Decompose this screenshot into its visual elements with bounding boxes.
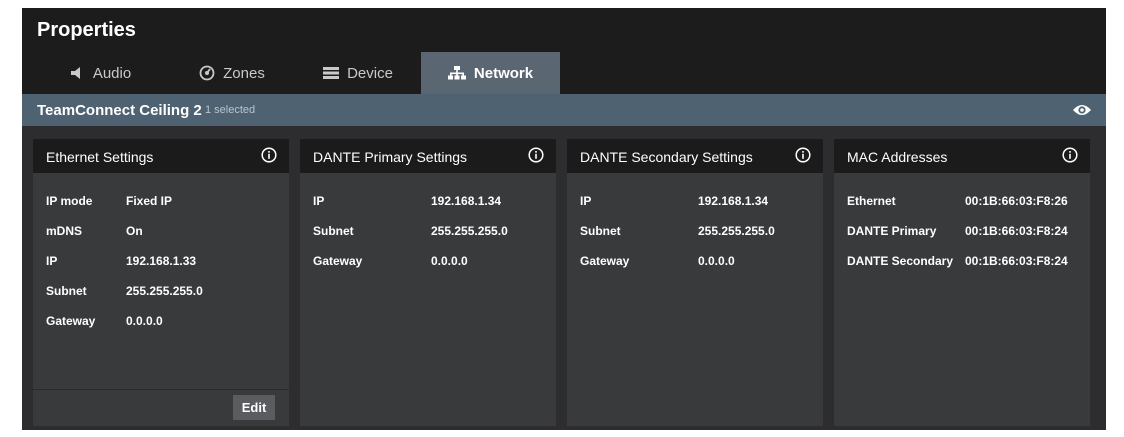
field-label: DANTE Primary <box>847 224 937 238</box>
selection-count: 1 selected <box>205 104 256 116</box>
edit-button[interactable]: Edit <box>233 395 275 420</box>
speaker-icon <box>70 67 85 79</box>
panel-header: DANTE Secondary Settings <box>567 139 823 173</box>
info-icon[interactable] <box>1062 147 1078 168</box>
field-value: 255.255.255.0 <box>698 224 775 238</box>
tab-zones[interactable]: Zones <box>167 52 297 94</box>
tab-label: Zones <box>223 64 265 82</box>
field-label: IP mode <box>46 194 93 208</box>
panel-title: Ethernet Settings <box>46 149 154 165</box>
panel-footer: Edit <box>33 389 289 426</box>
panel-title: MAC Addresses <box>847 149 948 165</box>
field-label: IP <box>580 194 592 208</box>
field-value: 0.0.0.0 <box>126 314 163 328</box>
field-value: 255.255.255.0 <box>126 284 203 298</box>
info-icon[interactable] <box>261 147 277 168</box>
panel-header: MAC Addresses <box>834 139 1090 173</box>
field-value: 0.0.0.0 <box>698 254 735 268</box>
tab-network[interactable]: Network <box>421 52 560 94</box>
tab-bar: Audio Zones Device Network <box>22 52 1106 94</box>
field-label: Subnet <box>580 224 621 238</box>
field-label: DANTE Secondary <box>847 254 954 268</box>
field-label: IP <box>46 254 58 268</box>
field-label: Subnet <box>46 284 87 298</box>
field-value: On <box>126 224 143 238</box>
selection-bar: TeamConnect Ceiling 2 1 selected <box>22 94 1106 126</box>
tab-audio[interactable]: Audio <box>36 52 166 94</box>
window-title: Properties <box>37 19 136 41</box>
zones-icon <box>199 65 215 81</box>
field-value: 00:1B:66:03:F8:24 <box>965 224 1068 238</box>
field-value: 192.168.1.33 <box>126 254 197 268</box>
tab-device[interactable]: Device <box>293 52 423 94</box>
panel-title: DANTE Primary Settings <box>313 149 468 165</box>
network-icon <box>447 66 466 80</box>
eye-icon[interactable] <box>1072 103 1092 122</box>
field-label: mDNS <box>46 224 83 238</box>
panel-header: Ethernet Settings <box>33 139 289 173</box>
field-label: Gateway <box>313 254 363 268</box>
tab-label: Network <box>473 64 534 82</box>
mac-addresses-panel: MAC Addresses Ethernet 00:1B:66:03:F8:26 … <box>834 139 1090 426</box>
field-label: Gateway <box>46 314 96 328</box>
field-value: 255.255.255.0 <box>431 224 508 238</box>
field-label: Gateway <box>580 254 630 268</box>
device-name: TeamConnect Ceiling 2 <box>37 102 202 119</box>
field-value: Fixed IP <box>126 194 173 208</box>
panel-header: DANTE Primary Settings <box>300 139 556 173</box>
properties-window: Properties Audio Zones Device Network Te… <box>22 8 1106 430</box>
field-label: Ethernet <box>847 194 896 208</box>
field-value: 192.168.1.34 <box>698 194 769 208</box>
field-label: Subnet <box>313 224 354 238</box>
info-icon[interactable] <box>795 147 811 168</box>
dante-secondary-settings-panel: DANTE Secondary Settings IP 192.168.1.34 … <box>567 139 823 426</box>
field-value: 00:1B:66:03:F8:24 <box>965 254 1068 268</box>
title-bar: Properties <box>22 8 1106 52</box>
tab-label: Audio <box>92 64 132 82</box>
field-label: IP <box>313 194 325 208</box>
ethernet-settings-panel: Ethernet Settings IP mode Fixed IP mDNS On… <box>33 139 289 426</box>
info-icon[interactable] <box>528 147 544 168</box>
device-icon <box>323 67 340 79</box>
tab-label: Device <box>347 64 393 82</box>
panel-title: DANTE Secondary Settings <box>580 149 753 165</box>
dante-primary-settings-panel: DANTE Primary Settings IP 192.168.1.34 Su… <box>300 139 556 426</box>
field-value: 0.0.0.0 <box>431 254 468 268</box>
field-value: 00:1B:66:03:F8:26 <box>965 194 1068 208</box>
field-value: 192.168.1.34 <box>431 194 502 208</box>
